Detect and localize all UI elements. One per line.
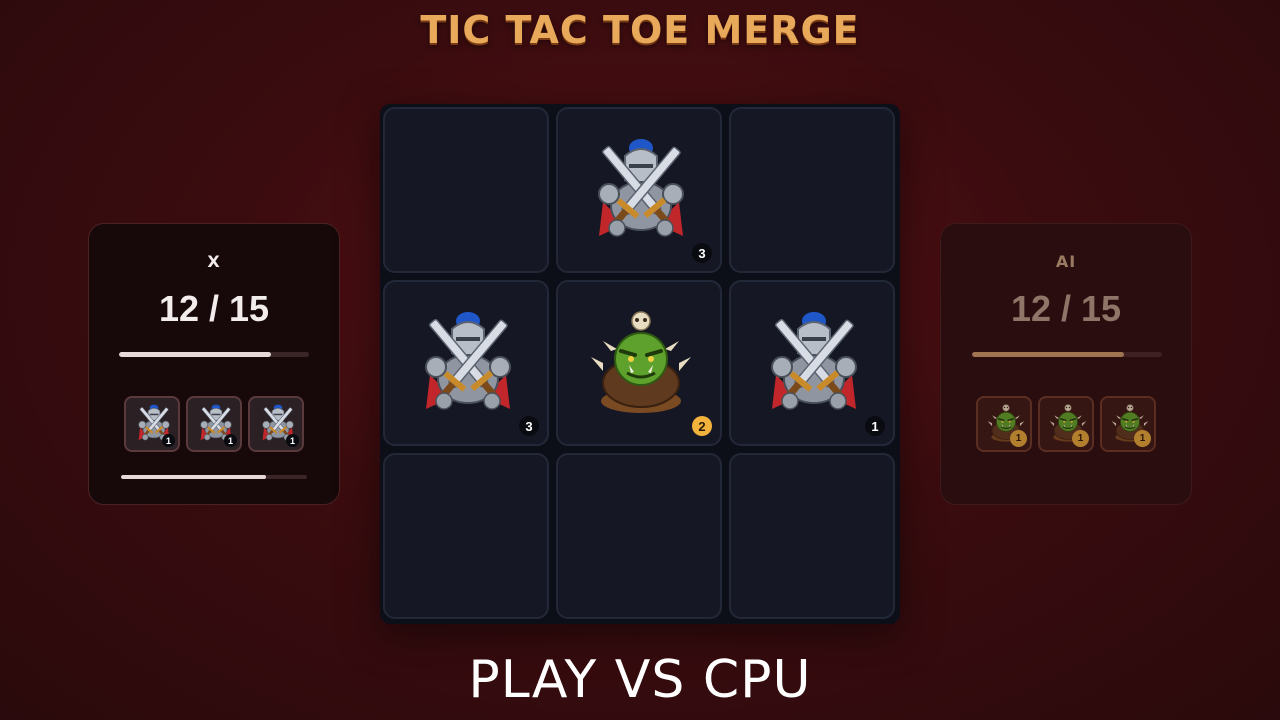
player-hand-bar — [121, 475, 307, 479]
board-cell[interactable]: 3 — [383, 280, 549, 446]
hand-card: 1 — [976, 396, 1032, 452]
ai-panel: AI 12 / 15 1 1 1 — [940, 223, 1192, 505]
hand-card-level: 1 — [1134, 430, 1151, 447]
hand-card-level: 1 — [1010, 430, 1027, 447]
hand-card[interactable]: 1 — [248, 396, 304, 452]
knight-icon — [771, 312, 857, 410]
board-cell[interactable] — [383, 453, 549, 619]
ai-name: AI — [1055, 252, 1077, 271]
game-board: 3 3 2 1 — [380, 104, 900, 624]
board-cell[interactable] — [729, 453, 895, 619]
hand-card: 1 — [1038, 396, 1094, 452]
hand-card-level: 1 — [286, 434, 299, 447]
hand-card[interactable]: 1 — [186, 396, 242, 452]
ai-progress-bar — [972, 352, 1162, 357]
hand-card-level: 1 — [162, 434, 175, 447]
hand-card-level: 1 — [224, 434, 237, 447]
board-cell[interactable] — [383, 107, 549, 273]
board-cell[interactable]: 1 — [729, 280, 895, 446]
hand-card-level: 1 — [1072, 430, 1089, 447]
knight-icon — [425, 312, 511, 410]
player-progress-fill — [119, 352, 271, 357]
hand-card[interactable]: 1 — [124, 396, 180, 452]
player-hand-fill — [121, 475, 267, 479]
orc-icon — [591, 311, 691, 413]
player-hand: 1 1 1 — [89, 396, 339, 452]
board-cell[interactable]: 2 — [556, 280, 722, 446]
hand-card: 1 — [1100, 396, 1156, 452]
unit-level-badge: 1 — [865, 416, 885, 436]
unit-level-badge: 2 — [692, 416, 712, 436]
player-progress-bar — [119, 352, 309, 357]
unit-level-badge: 3 — [692, 243, 712, 263]
board-cell[interactable] — [556, 453, 722, 619]
player-score: 12 / 15 — [158, 288, 270, 329]
game-title: TIC TAC TOE MERGE — [420, 8, 860, 52]
player-panel: X 12 / 15 1 1 1 — [88, 223, 340, 505]
knight-icon — [598, 139, 684, 237]
play-vs-cpu-button[interactable]: PLAY VS CPU — [0, 650, 1280, 710]
board-cell[interactable]: 3 — [556, 107, 722, 273]
ai-score: 12 / 15 — [1010, 288, 1122, 329]
player-name: X — [207, 252, 221, 271]
board-cell[interactable] — [729, 107, 895, 273]
ai-progress-fill — [972, 352, 1124, 357]
ai-hand: 1 1 1 — [941, 396, 1191, 452]
unit-level-badge: 3 — [519, 416, 539, 436]
